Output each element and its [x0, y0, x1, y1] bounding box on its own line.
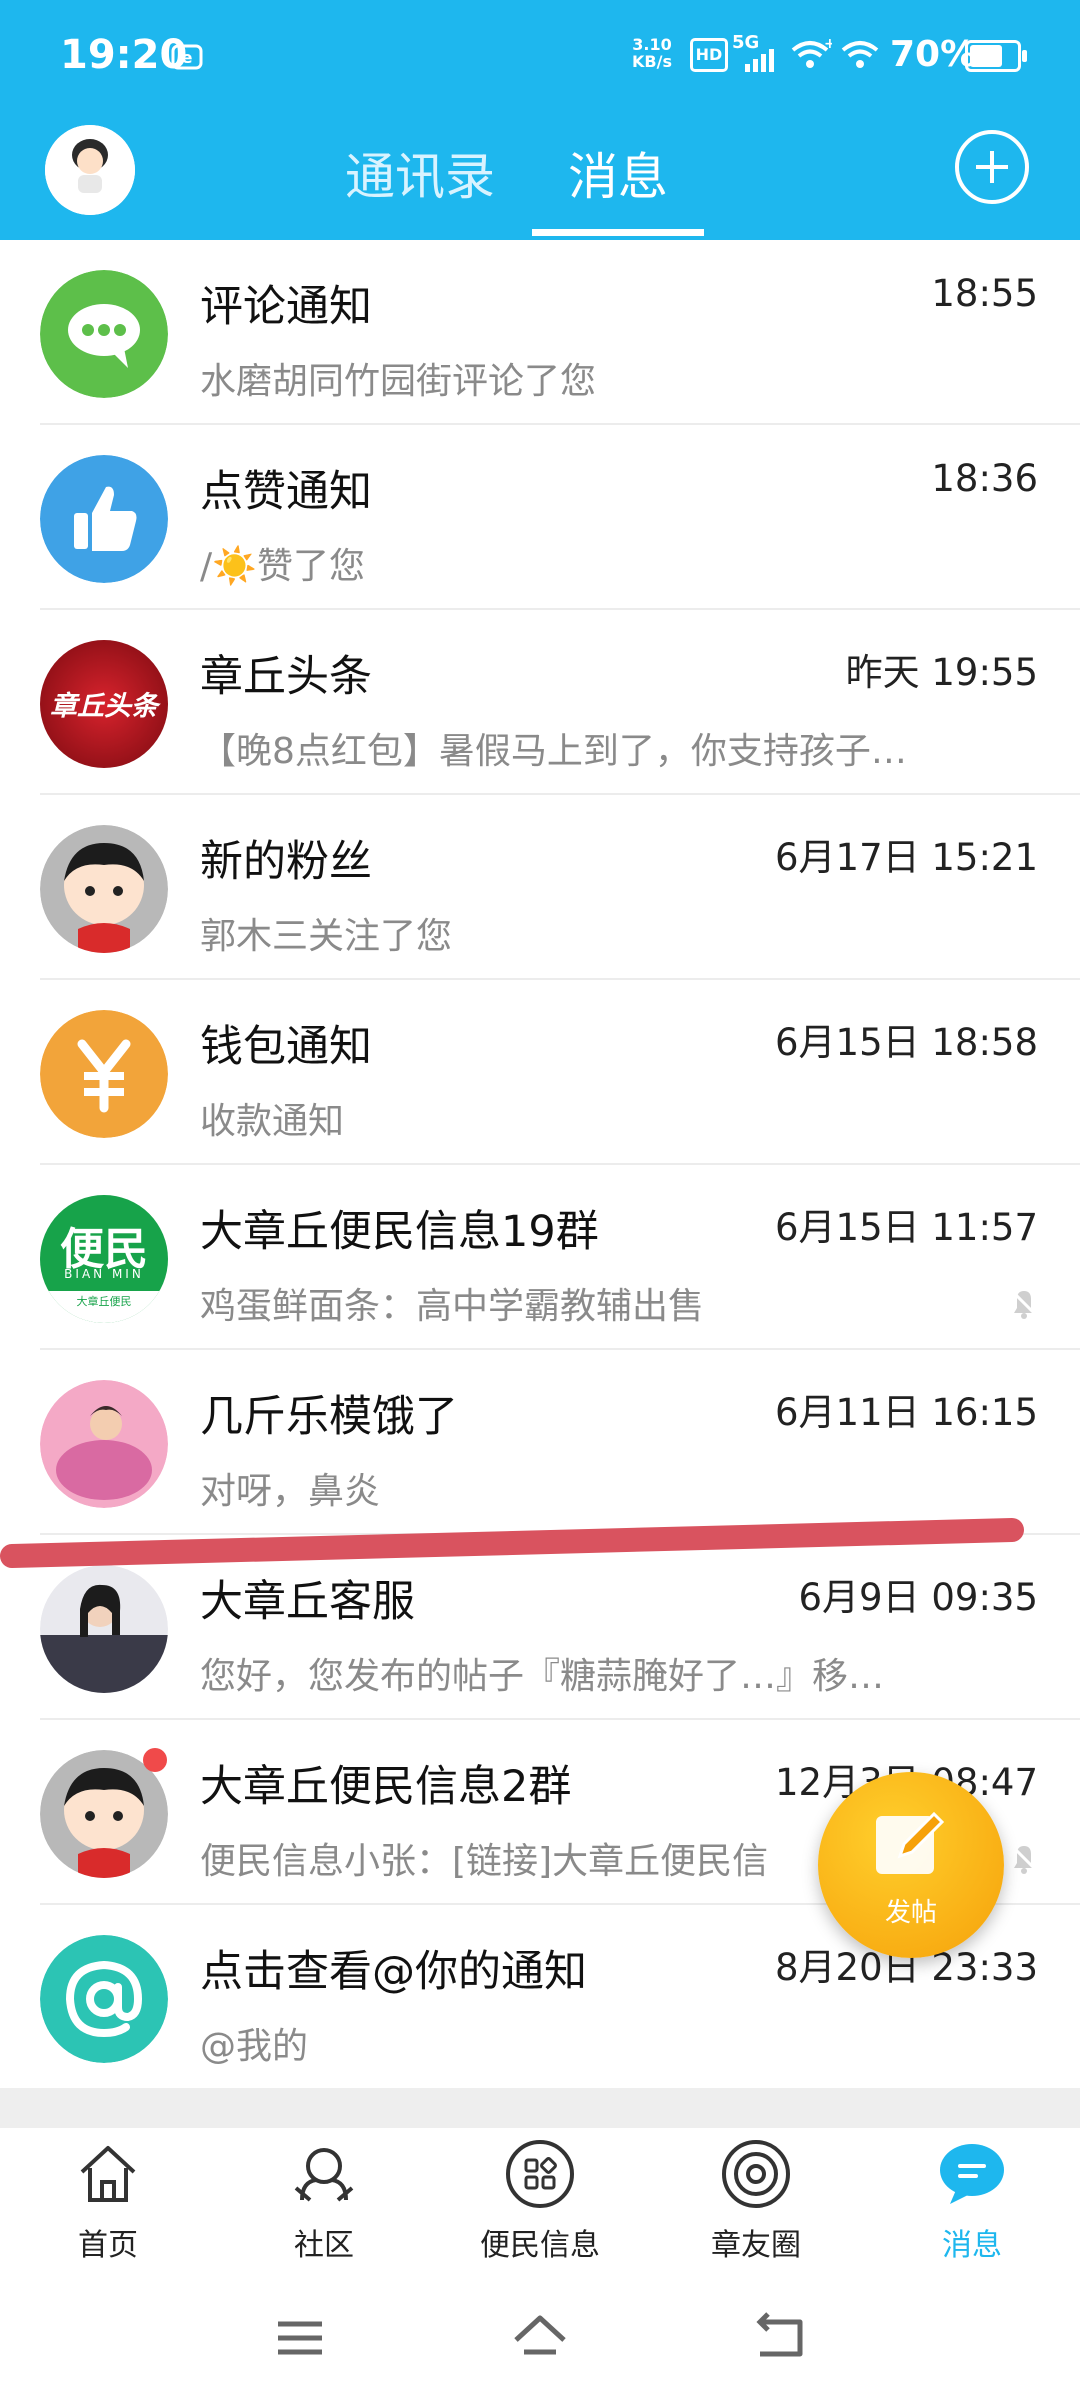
- item-preview: 郭木三关注了您: [200, 916, 453, 957]
- edit-icon: [876, 1811, 945, 1874]
- bottom-nav: 首页 社区 便民信息 章友圈 消息: [0, 2128, 1080, 2278]
- battery-icon: [965, 40, 1027, 72]
- item-preview: 便民信息小张：[链接]大章丘便民信: [200, 1841, 769, 1882]
- system-nav-bar: [0, 2278, 1080, 2400]
- signal-bars-icon: [745, 49, 774, 72]
- item-preview: @我的: [200, 2026, 309, 2067]
- item-time: 18:36: [931, 457, 1038, 500]
- message-icon: [940, 2144, 1004, 2204]
- svg-text:e: e: [182, 48, 193, 67]
- yuan-icon: [40, 1010, 168, 1138]
- list-item[interactable]: 几斤乐模饿了 对呀，鼻炎 6月11日 16:15: [0, 1350, 1080, 1535]
- nav-label: 消息: [942, 2228, 1002, 2263]
- zhangqiu-toutiao-logo: 章丘头条: [40, 640, 168, 768]
- nav-messages[interactable]: 消息: [892, 2138, 1052, 2278]
- item-time: 6月15日 18:58: [774, 1021, 1038, 1064]
- item-title: 点击查看@你的通知: [200, 1947, 587, 1997]
- cartoon-avatar: [40, 825, 168, 953]
- status-bar: 19:20 e 3.10 KB/s HD 5G + 70%: [0, 0, 1080, 115]
- item-preview: 鸡蛋鲜面条：高中学霸教辅出售: [200, 1286, 705, 1327]
- avatar-text: 章丘头条: [50, 691, 158, 722]
- item-time: 18:55: [931, 272, 1038, 315]
- bianmin-logo: 便民 BIAN MIN 大章丘便民: [40, 1195, 168, 1323]
- list-item[interactable]: 新的粉丝 郭木三关注了您 6月17日 15:21: [0, 795, 1080, 980]
- nav-zhangyouquan[interactable]: 章友圈: [676, 2138, 836, 2278]
- net-speed: 3.10 KB/s: [632, 35, 672, 71]
- avatar-foot: 大章丘便民: [40, 1291, 168, 1323]
- home-nav-icon[interactable]: [510, 2308, 570, 2368]
- photo-avatar-person: [40, 1565, 168, 1693]
- battery-percent: 70%: [890, 34, 977, 75]
- item-preview: 收款通知: [200, 1101, 345, 1142]
- mute-bell-icon: [1008, 1287, 1040, 1319]
- unread-dot: [143, 1748, 167, 1772]
- item-title: 钱包通知: [200, 1022, 372, 1072]
- annotation-stroke: [0, 1518, 1024, 1568]
- thumbs-up-icon: [40, 455, 168, 583]
- nav-community[interactable]: 社区: [244, 2138, 404, 2278]
- comment-icon: [40, 270, 168, 398]
- post-fab-button[interactable]: 发帖: [818, 1772, 1004, 1958]
- user-avatar[interactable]: [45, 125, 135, 215]
- item-title: 点赞通知: [200, 467, 372, 517]
- apps-icon: [506, 2140, 574, 2208]
- item-time: 6月11日 16:15: [774, 1391, 1038, 1434]
- nav-label: 社区: [294, 2228, 354, 2263]
- list-item[interactable]: 便民 BIAN MIN 大章丘便民 大章丘便民信息19群 鸡蛋鲜面条：高中学霸教…: [0, 1165, 1080, 1350]
- item-time: 6月15日 11:57: [774, 1206, 1038, 1249]
- status-time: 19:20: [60, 32, 188, 78]
- mute-bell-icon: [1008, 1842, 1040, 1874]
- avatar-subtext: BIAN MIN: [64, 1267, 144, 1281]
- nav-label: 便民信息: [480, 2228, 600, 2263]
- item-preview: 对呀，鼻炎: [200, 1471, 381, 1512]
- nav-home[interactable]: 首页: [28, 2138, 188, 2278]
- item-time: 6月17日 15:21: [774, 836, 1038, 879]
- list-item[interactable]: 钱包通知 收款通知 6月15日 18:58: [0, 980, 1080, 1165]
- item-title: 大章丘便民信息2群: [200, 1762, 572, 1812]
- item-title: 章丘头条: [200, 652, 372, 702]
- community-icon: [294, 2148, 354, 2202]
- tab-messages[interactable]: 消息: [568, 137, 668, 209]
- nav-label: 首页: [78, 2228, 138, 2263]
- fab-label: 发帖: [884, 1898, 937, 1928]
- item-title: 评论通知: [200, 282, 372, 332]
- battery-fill: [970, 45, 1003, 67]
- item-preview: 水磨胡同竹园街评论了您: [200, 361, 597, 402]
- list-item[interactable]: 点赞通知 /☀️赞了您 18:36: [0, 425, 1080, 610]
- wifi-plus-icon: +: [791, 36, 832, 68]
- item-title: 几斤乐模饿了: [200, 1392, 458, 1442]
- menu-icon[interactable]: [270, 2308, 330, 2368]
- add-button[interactable]: [955, 130, 1029, 204]
- svg-text:+: +: [824, 36, 832, 52]
- nav-label: 章友圈: [711, 2228, 801, 2263]
- photo-avatar-pink: [40, 1380, 168, 1508]
- cartoon-girl-avatar-icon: [45, 125, 135, 215]
- item-title: 大章丘客服: [200, 1577, 415, 1627]
- hd-icon: HD: [690, 38, 728, 72]
- item-title: 大章丘便民信息19群: [200, 1207, 599, 1257]
- item-time: 昨天 19:55: [845, 651, 1038, 694]
- list-item[interactable]: 章丘头条 章丘头条 【晚8点红包】暑假马上到了，你支持孩子… 昨天 19:55: [0, 610, 1080, 795]
- active-tab-indicator: [532, 229, 704, 236]
- home-icon: [80, 2146, 136, 2202]
- nav-bianmin[interactable]: 便民信息: [460, 2138, 620, 2278]
- item-time: 6月9日 09:35: [798, 1576, 1038, 1619]
- at-icon: [40, 1935, 168, 2063]
- top-header: 通讯录 消息: [0, 115, 1080, 240]
- item-preview: 您好，您发布的帖子『糖蒜腌好了…』移…: [200, 1656, 885, 1697]
- item-preview: 【晚8点红包】暑假马上到了，你支持孩子…: [200, 731, 907, 772]
- list-item[interactable]: 评论通知 水磨胡同竹园街评论了您 18:55: [0, 240, 1080, 425]
- back-icon[interactable]: [750, 2308, 810, 2368]
- list-bottom-gap: [0, 2088, 1080, 2128]
- orbit-icon: [722, 2140, 790, 2208]
- item-title: 新的粉丝: [200, 837, 372, 887]
- item-preview: /☀️赞了您: [200, 546, 365, 587]
- tab-contacts[interactable]: 通讯录: [345, 137, 495, 209]
- wifi-icon: [841, 41, 879, 68]
- app-notification-icon: e: [171, 44, 203, 70]
